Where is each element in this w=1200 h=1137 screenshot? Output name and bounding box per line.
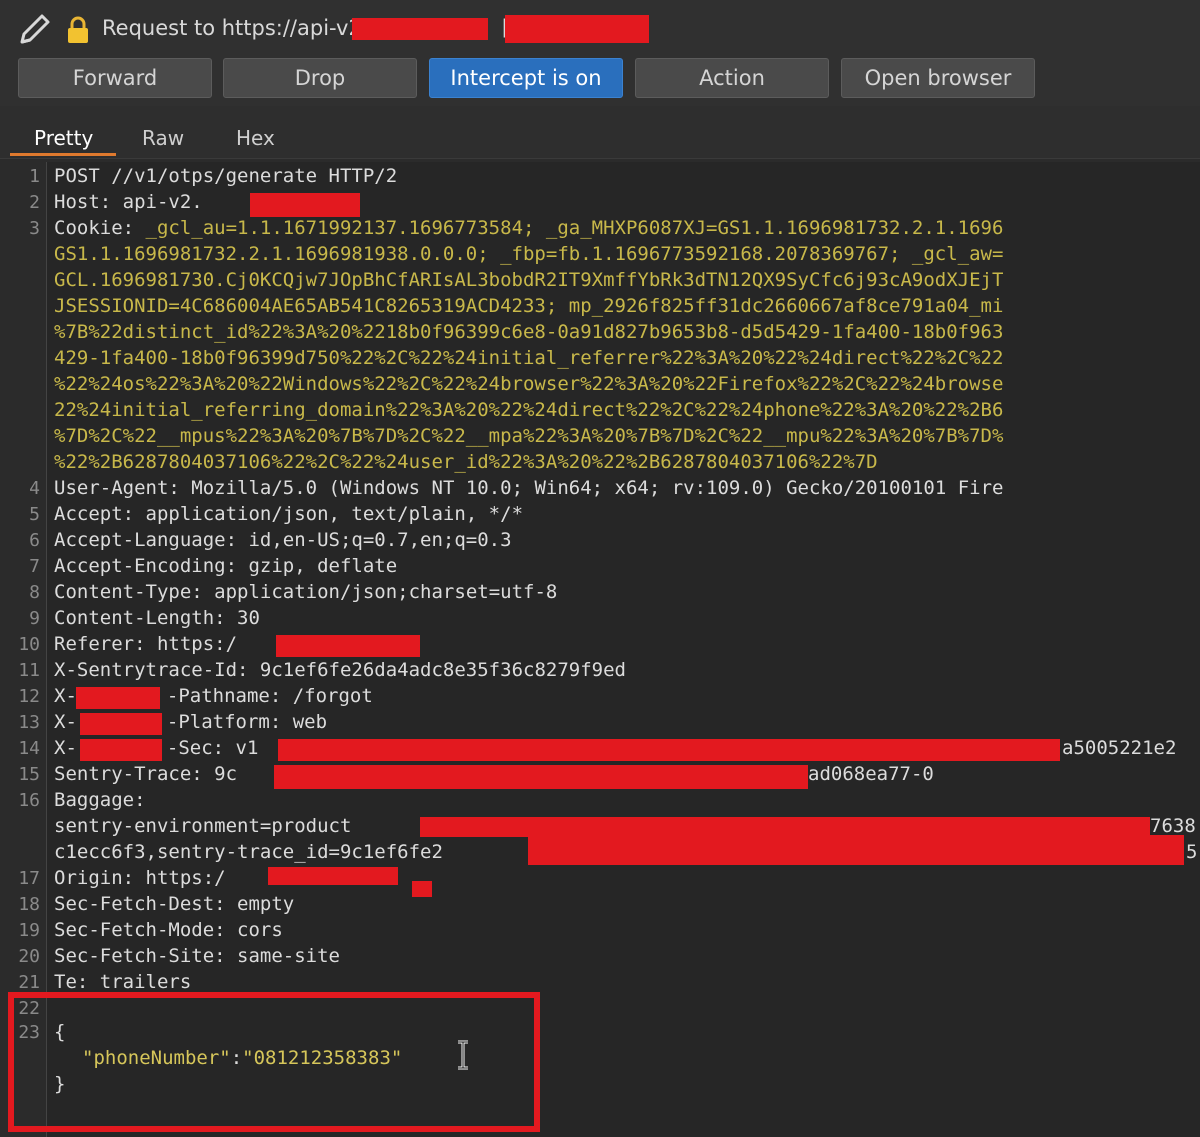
cookie-continuation: GS1.1.1696981732.2.1.1696981938.0.0.0; _… [54,243,1004,265]
forward-button[interactable]: Forward [18,58,212,98]
line-number: 5 [29,504,40,525]
cookie-continuation: 22%24initial_referring_domain%22%3A%20%2… [54,399,1004,421]
redaction-box [420,817,1150,837]
redaction-box [250,193,360,217]
line-number: 15 [18,764,40,785]
header-accept: Accept: application/json, text/plain, */… [54,503,524,525]
line-number: 14 [18,738,40,759]
action-button[interactable]: Action [635,58,829,98]
pencil-icon[interactable] [14,10,54,50]
line-number: 2 [29,192,40,213]
redaction-box [528,835,1184,865]
header-sec-end: a5005221e2 [1062,737,1177,759]
header-content-length: Content-Length: 30 [54,607,260,629]
line-number: 7 [29,556,40,577]
header-origin: Origin: https:/ [54,867,226,889]
line-number: 19 [18,920,40,941]
header-sentry-trace-end: ad068ea77-0 [808,763,934,785]
line-number: 13 [18,712,40,733]
request-line: POST //v1/otps/generate HTTP/2 [54,165,398,187]
header-user-agent: User-Agent: Mozilla/5.0 (Windows NT 10.0… [54,477,1004,499]
header-referer: Referer: https:/ [54,633,238,655]
baggage-continuation-end: 5 [1186,841,1198,863]
header-sec-fetch-mode: Sec-Fetch-Mode: cors [54,919,283,941]
line-number: 16 [18,790,40,811]
line-number: 18 [18,894,40,915]
cookie-continuation: %22%24os%22%3A%20%22Windows%22%2C%22%24b… [54,373,1004,395]
header-sec-fetch-site: Sec-Fetch-Site: same-site [54,945,340,967]
tab-pretty[interactable]: Pretty [34,126,93,150]
redaction-box [412,881,432,897]
cookie-continuation: %7D%2C%22__mpus%22%3A%20%7B%7D%2C%22__mp… [54,425,1004,447]
tab-raw[interactable]: Raw [142,126,184,150]
line-number: 4 [29,478,40,499]
active-tab-indicator [10,153,116,156]
redaction-box [80,739,162,761]
line-number: 11 [18,660,40,681]
header-sentry-trace: Sentry-Trace: 9c [54,763,238,785]
header-content-type: Content-Type: application/json;charset=u… [54,581,558,603]
baggage-continuation: c1ecc6f3,sentry-trace_id=9c1ef6fe2 [54,841,443,863]
cookie-continuation: %7B%22distinct_id%22%3A%20%2218b0f96399c… [54,321,1004,343]
line-number: 17 [18,868,40,889]
header-te: Te: trailers [54,971,192,993]
line-number: 20 [18,946,40,967]
line-number: 9 [29,608,40,629]
redaction-box [268,867,398,885]
line-number: 8 [29,582,40,603]
cookie-continuation: 429-1fa400-18b0f96399d750%22%2C%22%24ini… [54,347,1004,369]
line-number: 10 [18,634,40,655]
redaction-box [76,687,160,709]
header-host: Host: api-v2. [54,191,203,213]
header-accept-language: Accept-Language: id,en-US;q=0.7,en;q=0.3 [54,529,512,551]
header-accept-encoding: Accept-Encoding: gzip, deflate [54,555,398,577]
cookie-continuation: GCL.1696981730.Cj0KCQjw7JOpBhCfARIsAL3bo… [54,269,1004,291]
tab-hex[interactable]: Hex [236,126,275,150]
cookie-continuation: %22%2B6287804037106%22%2C%22%24user_id%2… [54,451,878,473]
text-cursor-icon [458,1040,468,1070]
cookie-continuation: JSESSIONID=4C686004AE65AB541C8265319ACD4… [54,295,1004,317]
baggage-continuation: sentry-environment=product [54,815,352,837]
redaction-box [505,15,649,43]
redaction-box [278,739,1060,761]
lock-icon [68,16,88,43]
header-baggage: Baggage: [54,789,146,811]
redaction-box [80,713,162,735]
baggage-continuation-end: 7638 [1150,815,1196,837]
header-cookie: Cookie: _gcl_au=1.1.1671992137.169677358… [54,217,1004,239]
line-number: 1 [29,166,40,187]
line-number: 6 [29,530,40,551]
header-sentrytrace-id: X-Sentrytrace-Id: 9c1ef6fe26da4adc8e35f3… [54,659,626,681]
intercept-toggle-button[interactable]: Intercept is on [429,58,623,98]
redaction-box [352,18,488,40]
line-number: 21 [18,972,40,993]
line-number: 3 [29,218,40,239]
redaction-box [274,765,808,789]
drop-button[interactable]: Drop [223,58,417,98]
line-number: 12 [18,686,40,707]
redaction-box [276,635,420,657]
header-sec-fetch-dest: Sec-Fetch-Dest: empty [54,893,295,915]
open-browser-button[interactable]: Open browser [841,58,1035,98]
